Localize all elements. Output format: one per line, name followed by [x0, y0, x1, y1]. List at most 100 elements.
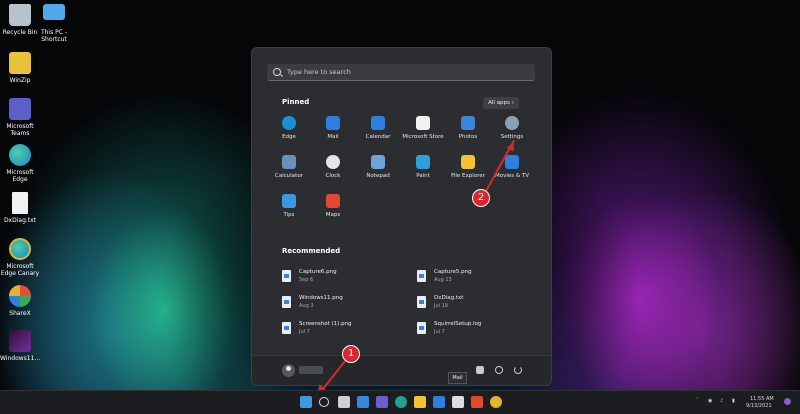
pinned-app-clock[interactable]: Clock [310, 155, 356, 179]
taskbar-file-explorer-icon[interactable] [414, 396, 426, 408]
power-icon[interactable] [514, 366, 522, 374]
pinned-app-label: Paint [416, 173, 430, 179]
recommended-date: Jul 19 [434, 303, 448, 309]
gear-icon[interactable] [495, 366, 503, 374]
pinned-app-calculator[interactable]: Calculator [266, 155, 312, 179]
search-input[interactable]: Type here to search [267, 64, 535, 81]
desktop-icon-teams[interactable]: Microsoft Teams [0, 98, 40, 137]
taskbar-task-view-icon[interactable] [338, 396, 350, 408]
image-file-icon [282, 322, 291, 334]
photos-icon [461, 116, 475, 130]
taskbar-edge-icon[interactable] [395, 396, 407, 408]
clock-icon [326, 155, 340, 169]
recommended-name: DxDiag.txt [434, 295, 464, 301]
taskbar-maps-icon[interactable] [471, 396, 483, 408]
user-name-redacted[interactable] [299, 366, 323, 374]
pinned-app-tips[interactable]: Tips [266, 194, 312, 218]
mail-icon [326, 116, 340, 130]
recommended-item[interactable]: Windows11.png Aug 3 [282, 295, 402, 313]
image-file-icon [282, 296, 291, 308]
taskbar-search-icon[interactable] [319, 397, 329, 407]
text-file-icon [417, 322, 426, 334]
desktop-icon-sharex[interactable]: ShareX [0, 285, 40, 317]
recommended-item[interactable]: DxDiag.txt Jul 19 [417, 295, 537, 313]
notification-icon[interactable] [784, 398, 791, 405]
taskbar-chat-icon[interactable] [376, 396, 388, 408]
monitor-icon [43, 4, 65, 20]
recommended-title: Recommended [282, 247, 341, 255]
recommended-item[interactable]: Capture5.png Aug 13 [417, 269, 537, 287]
all-apps-button[interactable]: All apps › [483, 97, 519, 109]
image-file-icon [417, 270, 426, 282]
avatar[interactable] [282, 364, 295, 377]
pinned-app-mail[interactable]: Mail [310, 116, 356, 140]
desktop-icon-edge[interactable]: Microsoft Edge [0, 144, 40, 183]
taskbar: ˆ ◉ ♪ ▮ 11:55 AM 9/13/2021 [0, 390, 800, 414]
image-file-icon [282, 270, 291, 282]
recommended-name: Capture5.png [434, 269, 472, 275]
clock-time[interactable]: 11:55 AM [750, 396, 774, 402]
gear-icon [505, 116, 519, 130]
pinned-app-maps[interactable]: Maps [310, 194, 356, 218]
pinned-app-label: Photos [458, 134, 478, 140]
taskbar-mail-icon[interactable] [433, 396, 445, 408]
battery-icon[interactable]: ▮ [732, 398, 735, 404]
recommended-item[interactable]: SquirrelSetup.log Jul 7 [417, 321, 537, 339]
recommended-date: Jul 7 [434, 329, 445, 335]
annotation-badge-2: 2 [472, 189, 490, 207]
recommended-name: SquirrelSetup.log [434, 321, 482, 327]
volume-icon[interactable]: ♪ [720, 398, 723, 404]
taskbar-store-icon[interactable] [452, 396, 464, 408]
edge-icon [282, 116, 296, 130]
calculator-icon [282, 155, 296, 169]
recommended-date: Jul 7 [299, 329, 310, 335]
annotation-badge-1: 1 [342, 345, 360, 363]
taskbar-windows-start-icon[interactable] [300, 396, 312, 408]
pinned-app-edge[interactable]: Edge [266, 116, 312, 140]
pinned-app-notepad[interactable]: Notepad [355, 155, 401, 179]
pinned-app-paint[interactable]: Paint [400, 155, 446, 179]
pinned-app-file-explorer[interactable]: File Explorer [445, 155, 491, 179]
desktop-icon-this-pc[interactable]: This PC - Shortcut [34, 4, 74, 43]
desktop-icon-dxdiag[interactable]: DxDiag.txt [0, 192, 40, 224]
desktop-icon-edge-canary[interactable]: Microsoft Edge Canary [0, 238, 40, 277]
sharex-icon [9, 285, 31, 307]
tooltip-mail: Mail [448, 372, 467, 384]
pinned-app-settings[interactable]: Settings [489, 116, 535, 140]
desktop-icon-windows11-image[interactable]: Windows11... [0, 330, 40, 362]
chevron-up-icon[interactable]: ˆ [696, 398, 699, 404]
recycle-bin-icon [9, 4, 31, 26]
pinned-app-label: Microsoft Store [402, 134, 444, 140]
recommended-name: Screenshot (1).png [299, 321, 352, 327]
pinned-app-movies-tv[interactable]: Movies & TV [489, 155, 535, 179]
pinned-app-label: Notepad [366, 173, 390, 179]
edge-icon [9, 144, 31, 166]
recommended-item[interactable]: Capture6.png Sep 6 [282, 269, 402, 287]
taskbar-widgets-icon[interactable] [357, 396, 369, 408]
network-icon[interactable]: ◉ [708, 398, 712, 404]
pinned-app-label: Calculator [275, 173, 303, 179]
pinned-app-calendar[interactable]: Calendar [355, 116, 401, 140]
start-footer [252, 355, 551, 385]
user-folder-icon[interactable] [476, 366, 484, 374]
desktop-icon-winzip[interactable]: WinZip [0, 52, 40, 84]
pinned-app-label: Clock [325, 173, 341, 179]
recommended-name: Capture6.png [299, 269, 337, 275]
pinned-title: Pinned [282, 98, 310, 106]
pinned-app-label: Tips [283, 212, 295, 218]
search-icon [273, 68, 281, 76]
recommended-item[interactable]: Screenshot (1).png Jul 7 [282, 321, 402, 339]
clock-date[interactable]: 9/13/2021 [746, 403, 772, 409]
folder-icon [461, 155, 475, 169]
start-menu: Type here to search Pinned All apps › Ed… [251, 47, 552, 386]
pinned-app-microsoft-store[interactable]: Microsoft Store [400, 116, 446, 140]
pinned-app-label: Settings [500, 134, 524, 140]
search-placeholder: Type here to search [287, 68, 351, 76]
pinned-app-photos[interactable]: Photos [445, 116, 491, 140]
text-file-icon [417, 296, 426, 308]
system-tray: ˆ ◉ ♪ ▮ 11:55 AM 9/13/2021 [696, 394, 796, 411]
recommended-name: Windows11.png [299, 295, 343, 301]
text-file-icon [12, 192, 28, 214]
taskbar-chrome-icon[interactable] [490, 396, 502, 408]
notepad-icon [371, 155, 385, 169]
